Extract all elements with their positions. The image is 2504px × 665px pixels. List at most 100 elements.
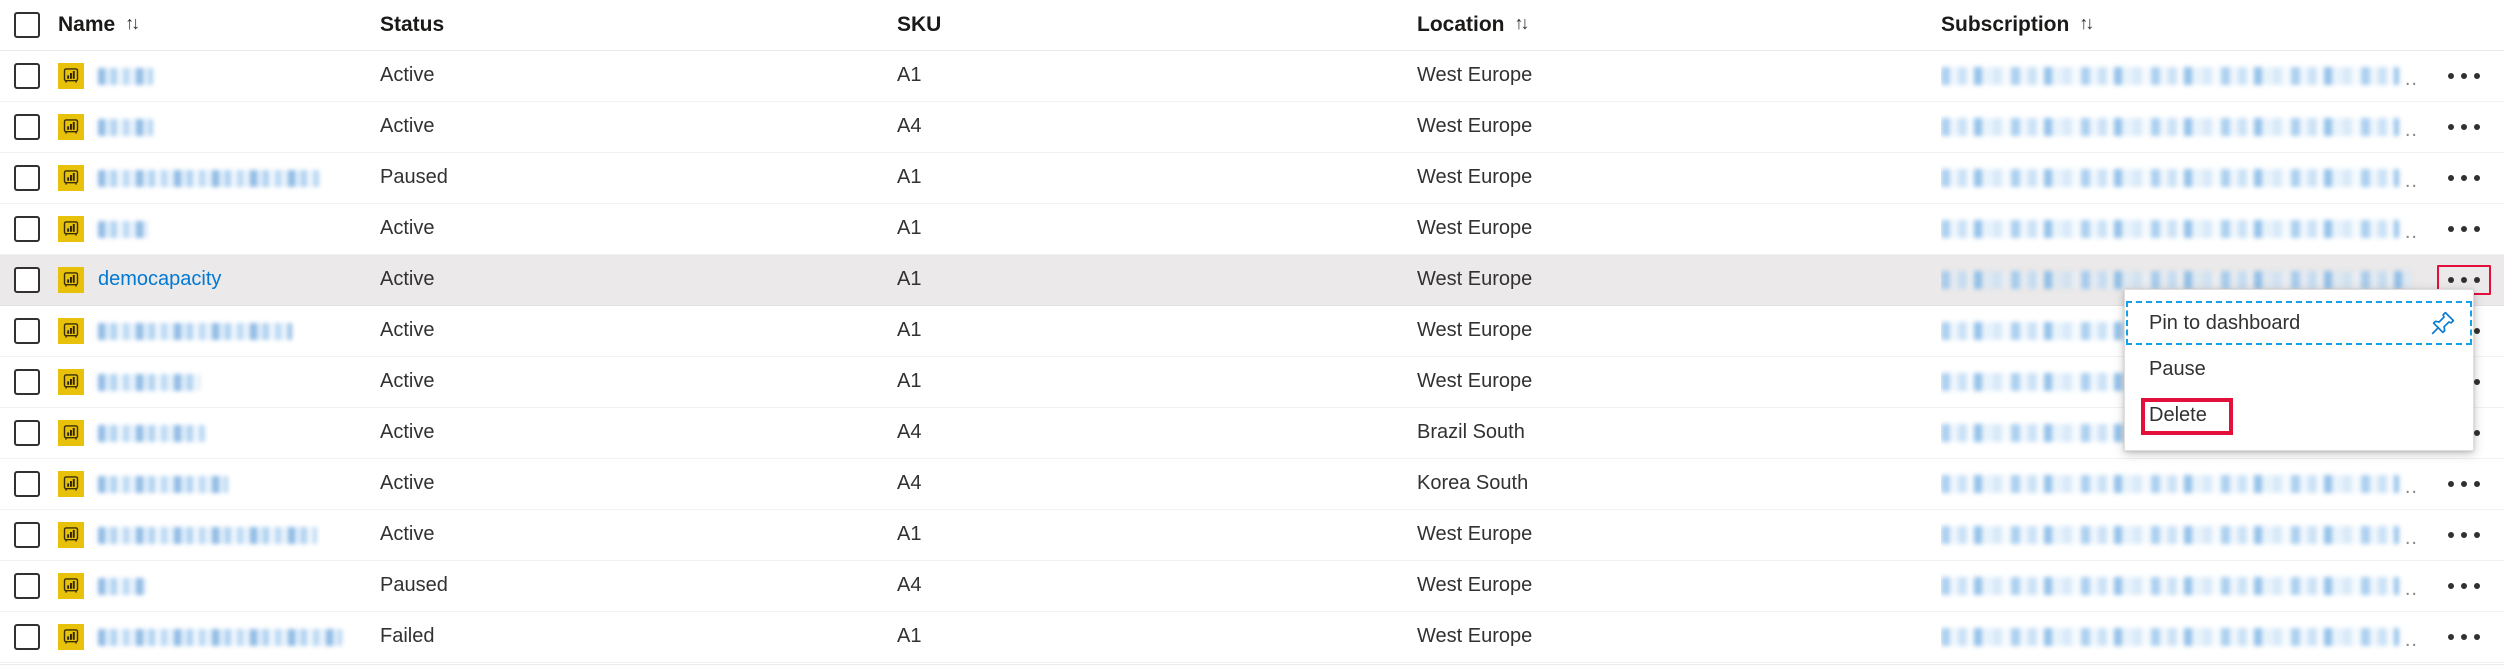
ellipsis-horizontal-icon	[2448, 123, 2454, 130]
ellipsis-horizontal-icon	[2448, 633, 2454, 640]
row-sku-cell: A4	[897, 560, 1417, 612]
resource-name-link[interactable]: a1cap	[98, 65, 153, 87]
pin-icon	[2429, 309, 2457, 337]
row-select-cell	[0, 254, 58, 306]
column-header-location[interactable]: Location ↑↓	[1417, 0, 1941, 51]
table-row[interactable]: pbiautomationdontdelete ActiveA1West Euro…	[0, 509, 2504, 561]
row-select-checkbox[interactable]	[14, 521, 40, 548]
resource-name-link[interactable]: pbiautomationdontdelete	[98, 524, 317, 546]
row-location-cell: West Europe	[1417, 101, 1941, 153]
row-select-checkbox[interactable]	[14, 266, 40, 293]
row-subscription-cell: ..	[1941, 152, 2424, 204]
row-status-cell: Active	[380, 101, 897, 153]
row-more-button[interactable]	[2437, 622, 2491, 652]
row-name-cell: e2ecapturedontdelete	[58, 305, 380, 357]
row-select-checkbox[interactable]	[14, 215, 40, 242]
row-status-cell: Failed	[380, 611, 897, 663]
row-name-cell: mykoreaconfig	[58, 458, 380, 510]
row-more-button[interactable]	[2437, 520, 2491, 550]
subscription-value-redacted	[1941, 168, 2399, 187]
row-subscription-cell: ..	[1941, 50, 2424, 102]
resource-name-link[interactable]: democapacity	[98, 268, 221, 291]
ellipsis-horizontal-icon	[2474, 582, 2480, 589]
sort-arrows-icon[interactable]: ↑↓	[1515, 13, 1530, 34]
subscription-truncation: ..	[2404, 629, 2418, 651]
row-select-checkbox[interactable]	[14, 623, 40, 650]
row-select-cell	[0, 356, 58, 408]
row-name-cell: a1cap	[58, 50, 380, 102]
row-more-button[interactable]	[2437, 214, 2491, 244]
select-all-checkbox[interactable]	[14, 11, 40, 38]
row-select-checkbox[interactable]	[14, 113, 40, 140]
column-header-status[interactable]: Status	[380, 0, 897, 51]
row-subscription-cell: ..	[1941, 560, 2424, 612]
table-row[interactable]: testcapacity21ca7f45e084a FailedA1West Eu…	[0, 611, 2504, 663]
row-more-button[interactable]	[2437, 163, 2491, 193]
row-location-cell: West Europe	[1417, 50, 1941, 102]
column-header-name[interactable]: Name ↑↓	[58, 0, 380, 51]
row-select-checkbox[interactable]	[14, 62, 40, 89]
row-name-cell: democapacity	[58, 254, 380, 306]
row-location-cell: Brazil South	[1417, 407, 1941, 459]
row-more-button[interactable]	[2437, 112, 2491, 142]
table-row[interactable]: mykoreaconfig ActiveA4Korea South..	[0, 458, 2504, 510]
resource-name-link[interactable]: testcapacity21ca7f45e084a	[98, 626, 342, 648]
table-row[interactable]: demo ActiveA1West Europe..	[0, 203, 2504, 255]
row-select-checkbox[interactable]	[14, 572, 40, 599]
row-name-cell: demo	[58, 203, 380, 255]
row-more-button[interactable]	[2437, 61, 2491, 91]
row-status-cell: Active	[380, 254, 897, 306]
column-header-subscription[interactable]: Subscription ↑↓	[1941, 0, 2424, 51]
resource-name-link[interactable]: demo	[98, 218, 148, 240]
row-select-checkbox[interactable]	[14, 164, 40, 191]
table-row[interactable]: latest PausedA4West Europe..	[0, 560, 2504, 612]
power-bi-capacity-icon	[58, 215, 84, 242]
row-select-checkbox[interactable]	[14, 317, 40, 344]
sort-arrows-icon[interactable]: ↑↓	[125, 13, 140, 34]
row-actions-cell	[2424, 560, 2504, 612]
row-select-cell	[0, 305, 58, 357]
row-more-button[interactable]	[2437, 571, 2491, 601]
subscription-value-redacted	[1941, 525, 2399, 544]
row-subscription-cell: ..	[1941, 101, 2424, 153]
row-select-cell	[0, 101, 58, 153]
row-select-cell	[0, 407, 58, 459]
table-row[interactable]: a1cap ActiveA1West Europe..	[0, 50, 2504, 102]
sort-arrows-icon[interactable]: ↑↓	[2079, 13, 2094, 34]
ellipsis-horizontal-icon	[2474, 174, 2480, 181]
subscription-value-redacted	[1941, 270, 2412, 289]
table-row[interactable]: a4cap ActiveA4West Europe..	[0, 101, 2504, 153]
row-sku-cell: A1	[897, 50, 1417, 102]
resource-name-link[interactable]: mycapbrazil	[98, 422, 205, 444]
row-status-cell: Paused	[380, 152, 897, 204]
row-actions-cell	[2424, 509, 2504, 561]
resource-name-link[interactable]: capacitycreatedontdelete	[98, 167, 320, 189]
column-header-sku[interactable]: SKU	[897, 0, 1417, 51]
row-select-checkbox[interactable]	[14, 470, 40, 497]
power-bi-capacity-icon	[58, 317, 84, 344]
resource-name-link[interactable]: a4cap	[98, 116, 153, 138]
menu-item-delete[interactable]: Delete	[2125, 392, 2473, 438]
row-select-checkbox[interactable]	[14, 368, 40, 395]
row-location-cell: West Europe	[1417, 356, 1941, 408]
menu-item-pause[interactable]: Pause	[2125, 346, 2473, 392]
row-status-cell: Active	[380, 509, 897, 561]
menu-item-pin-to-dashboard[interactable]: Pin to dashboard	[2125, 300, 2473, 346]
row-context-menu: Pin to dashboard Pause Delete	[2124, 289, 2474, 451]
resource-name-link[interactable]: mykoreaconfig	[98, 473, 228, 495]
row-actions-cell	[2424, 611, 2504, 663]
capacities-list-page: Name ↑↓ Status SKU Location ↑↓ Subscript…	[0, 0, 2504, 665]
subscription-value-redacted	[1941, 219, 2399, 238]
power-bi-capacity-icon	[58, 62, 84, 89]
row-select-cell	[0, 611, 58, 663]
resource-name-link[interactable]: gomezcaps	[98, 371, 200, 393]
subscription-truncation: ..	[2404, 68, 2418, 90]
ellipsis-horizontal-icon	[2448, 72, 2454, 79]
row-more-button[interactable]	[2437, 469, 2491, 499]
row-select-checkbox[interactable]	[14, 419, 40, 446]
table-row[interactable]: capacitycreatedontdelete PausedA1West Eur…	[0, 152, 2504, 204]
table-header-row: Name ↑↓ Status SKU Location ↑↓ Subscript…	[0, 0, 2504, 51]
resource-name-link[interactable]: latest	[98, 575, 146, 597]
row-select-cell	[0, 560, 58, 612]
resource-name-link[interactable]: e2ecapturedontdelete	[98, 320, 292, 342]
